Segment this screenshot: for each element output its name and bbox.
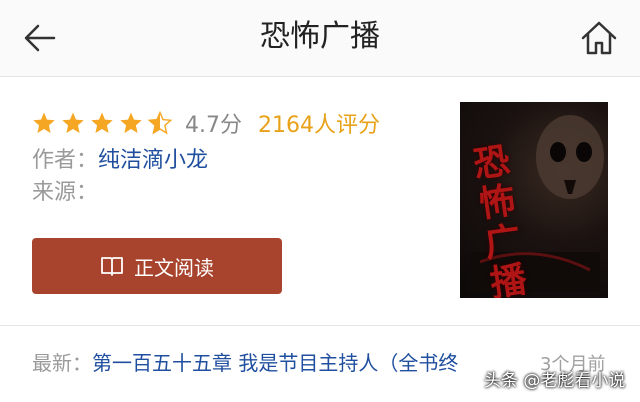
latest-chapter-link[interactable]: 第一百五十五章 我是节目主持人（全书终	[92, 351, 458, 375]
review-count: 2164人评分	[258, 113, 380, 138]
rating-row: 4.7分 2164人评分	[32, 106, 380, 140]
star-icon	[62, 112, 84, 133]
star-icon	[91, 112, 113, 133]
divider	[0, 325, 640, 326]
book-icon	[101, 257, 123, 276]
star-rating	[32, 111, 177, 135]
watermark: 头条 @老彪看小说	[484, 371, 626, 391]
page-title: 恐怖广播	[260, 19, 380, 54]
author-label: 作者：	[32, 148, 99, 173]
source-row: 来源：	[32, 178, 98, 208]
home-icon	[581, 21, 617, 55]
author-row: 作者：纯洁滴小龙	[32, 146, 208, 176]
read-button[interactable]: 正文阅读	[32, 238, 282, 294]
half-star-icon	[148, 111, 172, 135]
read-button-label: 正文阅读	[134, 255, 214, 280]
top-bar: 恐怖广播	[0, 0, 640, 77]
source-label: 来源：	[32, 180, 99, 205]
star-icon	[33, 112, 55, 133]
book-info: 4.7分 2164人评分 作者：纯洁滴小龙 来源： 正文阅读	[32, 100, 452, 310]
star-icon	[120, 112, 142, 133]
home-button[interactable]	[578, 18, 620, 58]
latest-label: 最新：	[32, 351, 92, 375]
book-cover[interactable]: 恐怖广播	[460, 102, 608, 298]
rating-score: 4.7分	[185, 113, 242, 138]
author-link[interactable]: 纯洁滴小龙	[98, 148, 208, 173]
